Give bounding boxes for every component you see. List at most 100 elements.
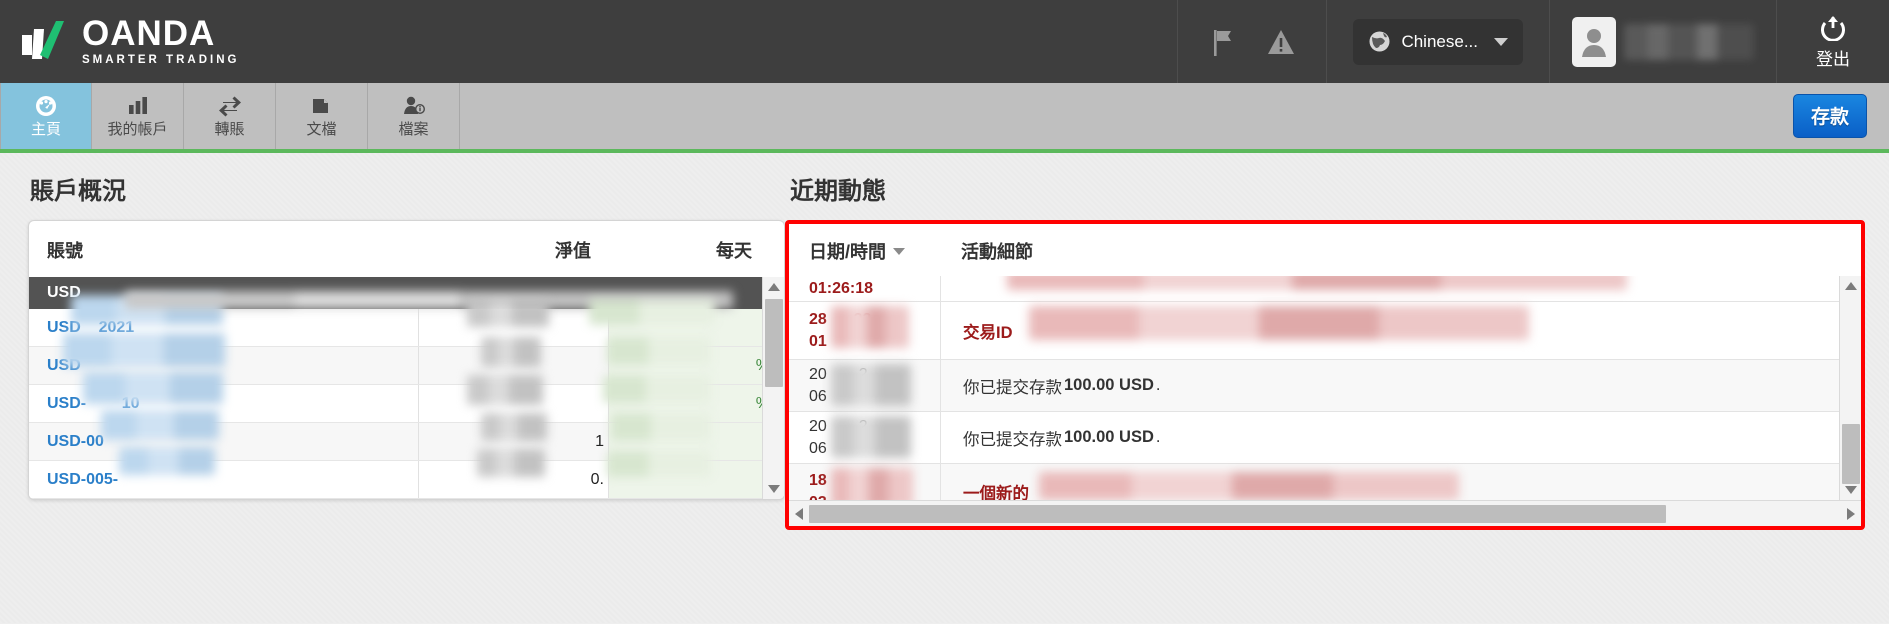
table-row[interactable]: USD % bbox=[29, 347, 784, 385]
activity-vertical-scrollbar[interactable] bbox=[1839, 276, 1861, 500]
column-header-activity-detail[interactable]: 活動細節 bbox=[961, 238, 1861, 264]
language-selector[interactable]: Chinese... bbox=[1353, 18, 1523, 65]
nav-tab-profile[interactable]: 檔案 bbox=[368, 83, 460, 149]
table-row[interactable]: USD-00 1 bbox=[29, 423, 784, 461]
activity-detail: 你已提交存款 100.00 USD. bbox=[963, 428, 1161, 449]
list-item[interactable]: 28xxx22 01 交易ID bbox=[789, 302, 1861, 360]
brand-logo[interactable]: OANDA SMARTER TRADING bbox=[0, 0, 239, 83]
activity-horizontal-scrollbar[interactable] bbox=[789, 500, 1861, 526]
activity-datetime: 20xxxx2 06 bbox=[789, 412, 941, 463]
header-spacer bbox=[239, 0, 1177, 83]
activity-detail: 你已提交存款 100.00 USD. bbox=[963, 376, 1161, 397]
activity-section-title: 近期動態 bbox=[790, 178, 886, 205]
scroll-down-arrow-icon[interactable] bbox=[763, 479, 784, 499]
activity-datetime: 18 03. bbox=[789, 464, 941, 500]
activity-datetime: 20xxxx2 06 bbox=[789, 360, 941, 411]
accounts-column: 賬戶概況 賬號 淨值 每天 USD USDxx2021 bbox=[0, 153, 785, 623]
logout-label: 登出 bbox=[1816, 50, 1850, 69]
accounts-vertical-scrollbar[interactable] bbox=[762, 277, 784, 499]
column-header-daily[interactable]: 每天 bbox=[591, 237, 766, 263]
account-nav-value bbox=[419, 347, 609, 384]
brand-tagline: SMARTER TRADING bbox=[82, 53, 240, 66]
transfer-arrows-icon bbox=[217, 94, 243, 118]
account-group-row: USD bbox=[29, 277, 784, 309]
activity-table-body: 01:26:18 28xxx22 01 交易ID 20xxxx2 06 bbox=[789, 276, 1861, 500]
activity-column: 近期動態 日期/時間 活動細節 01:26:18 28xxx22 01 bbox=[785, 153, 1889, 623]
warning-triangle-icon[interactable] bbox=[1266, 26, 1296, 58]
account-number-link[interactable]: USD-xxxx10 bbox=[29, 385, 419, 422]
nav-tab-transfer[interactable]: 轉賬 bbox=[184, 83, 276, 149]
brand-name: OANDA bbox=[82, 13, 216, 53]
account-daily-value: % bbox=[609, 385, 784, 422]
list-item[interactable]: 20xxxx2 06 你已提交存款 100.00 USD. bbox=[789, 412, 1861, 464]
logout-button[interactable]: 登出 bbox=[1777, 0, 1889, 83]
header-icon-group bbox=[1177, 0, 1328, 83]
accounts-scroll-view: USD USDxx2021 USD % bbox=[29, 277, 784, 499]
scroll-left-arrow-icon[interactable] bbox=[789, 507, 809, 520]
scrollbar-thumb[interactable] bbox=[765, 299, 783, 387]
dashboard-gauge-icon bbox=[33, 94, 59, 118]
account-nav-value bbox=[419, 385, 609, 422]
power-logout-icon bbox=[1819, 13, 1847, 42]
account-nav-value bbox=[419, 309, 609, 346]
nav-tab-label: 文檔 bbox=[306, 120, 337, 138]
user-account-zone[interactable] bbox=[1550, 0, 1777, 83]
chevron-down-icon bbox=[1494, 37, 1508, 46]
account-nav-value: 1 bbox=[419, 423, 609, 460]
accounts-table-body: USD USDxx2021 USD % bbox=[29, 277, 784, 499]
accounts-table-header: 賬號 淨值 每天 bbox=[29, 221, 784, 277]
account-number-link[interactable]: USDxx2021 bbox=[29, 309, 419, 346]
nav-tab-home[interactable]: 主頁 bbox=[0, 83, 92, 149]
scrollbar-track[interactable] bbox=[809, 504, 1841, 523]
scroll-up-arrow-icon[interactable] bbox=[1840, 276, 1861, 296]
column-header-datetime[interactable]: 日期/時間 bbox=[809, 238, 961, 264]
column-header-nav[interactable]: 淨值 bbox=[401, 237, 591, 263]
top-header-bar: OANDA SMARTER TRADING Chinese... 登出 bbox=[0, 0, 1889, 83]
account-daily-value bbox=[609, 309, 784, 346]
activity-datetime: 01:26:18 bbox=[789, 276, 941, 301]
list-item[interactable]: 20xxxx2 06 你已提交存款 100.00 USD. bbox=[789, 360, 1861, 412]
list-item[interactable]: 18 03. 一個新的 bbox=[789, 464, 1861, 500]
column-header-datetime-label: 日期/時間 bbox=[809, 242, 887, 262]
user-avatar-icon bbox=[1580, 26, 1608, 58]
nav-tab-my-accounts[interactable]: 我的帳戶 bbox=[92, 83, 184, 149]
nav-tab-label: 轉賬 bbox=[214, 120, 245, 138]
document-folder-icon bbox=[309, 94, 335, 118]
language-label: Chinese... bbox=[1401, 31, 1478, 51]
account-number-link[interactable]: USD-00 bbox=[29, 423, 419, 460]
sort-descending-caret-icon bbox=[893, 247, 906, 255]
nav-tab-documents[interactable]: 文檔 bbox=[276, 83, 368, 149]
deposit-zone: 存款 bbox=[1792, 83, 1889, 149]
list-item[interactable]: 01:26:18 bbox=[789, 276, 1861, 302]
main-nav-bar: 主頁 我的帳戶 轉賬 文檔 檔案 存款 bbox=[0, 83, 1889, 153]
account-number-link[interactable]: USD-005- bbox=[29, 461, 419, 498]
user-name-redacted bbox=[1624, 23, 1754, 60]
table-row[interactable]: USDxx2021 bbox=[29, 309, 784, 347]
scroll-down-arrow-icon[interactable] bbox=[1840, 480, 1861, 500]
account-nav-value: 0. bbox=[419, 461, 609, 498]
scroll-right-arrow-icon[interactable] bbox=[1841, 507, 1861, 520]
accounts-section-title: 賬戶概況 bbox=[30, 178, 126, 205]
activity-detail: 交易ID bbox=[963, 323, 1013, 342]
table-row[interactable]: USD-xxxx10 % bbox=[29, 385, 784, 423]
globe-icon bbox=[1368, 30, 1391, 53]
scroll-up-arrow-icon[interactable] bbox=[763, 277, 784, 297]
bar-chart-icon bbox=[125, 94, 151, 118]
activity-datetime: 28xxx22 01 bbox=[789, 302, 941, 359]
account-daily-value bbox=[609, 423, 784, 460]
nav-tab-label: 主頁 bbox=[30, 120, 61, 138]
scrollbar-thumb[interactable] bbox=[809, 504, 1666, 523]
activity-panel: 日期/時間 活動細節 01:26:18 28xxx22 01 交易ID bbox=[785, 220, 1865, 530]
user-info-icon bbox=[401, 94, 427, 118]
main-content: 賬戶概況 賬號 淨值 每天 USD USDxx2021 bbox=[0, 153, 1889, 623]
deposit-button[interactable]: 存款 bbox=[1792, 94, 1867, 138]
account-number-link[interactable]: USD bbox=[29, 347, 419, 384]
nav-tab-label: 我的帳戶 bbox=[107, 120, 168, 138]
flag-icon[interactable] bbox=[1208, 26, 1238, 58]
account-daily-value: % bbox=[609, 347, 784, 384]
activity-table-header: 日期/時間 活動細節 bbox=[789, 224, 1861, 276]
column-header-account-number[interactable]: 賬號 bbox=[47, 237, 401, 263]
table-row[interactable]: USD-005- 0. bbox=[29, 461, 784, 499]
scrollbar-thumb[interactable] bbox=[1842, 424, 1860, 484]
